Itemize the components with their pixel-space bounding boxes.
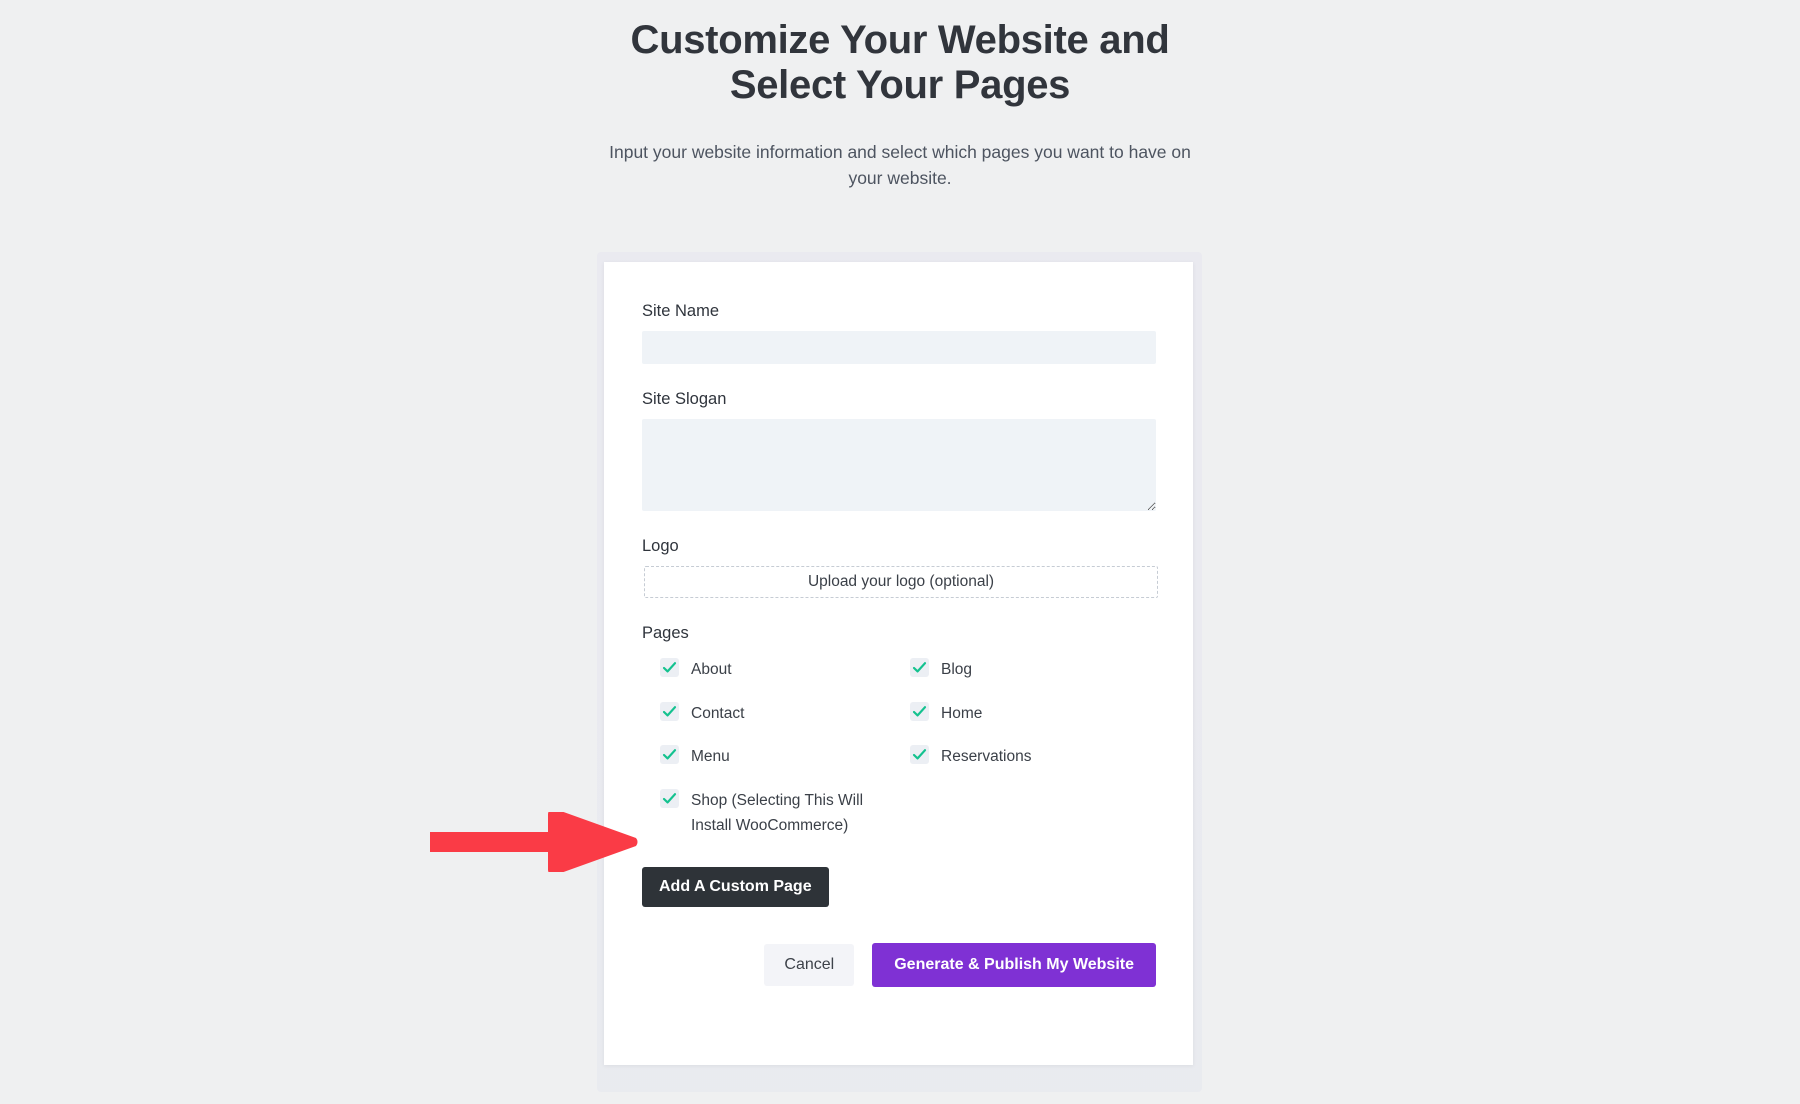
form-body: Site Name Site Slogan Logo Upload your l…: [642, 302, 1158, 987]
page-checkbox-label: Contact: [691, 704, 745, 722]
page-checkbox-label: Blog: [941, 661, 973, 678]
page-checkbox-label: Home: [941, 704, 983, 722]
page-checkbox-row[interactable]: About: [660, 657, 910, 683]
pages-checkbox-grid: About Contact Menu Shop (Selecting This Wil…: [642, 657, 1156, 857]
logo-upload-label: Upload your logo (optional): [807, 573, 995, 590]
page-subtitle: Input your website information and selec…: [609, 142, 1191, 188]
page-checkbox-label: Menu: [691, 748, 730, 766]
page-checkbox-row[interactable]: Blog: [910, 657, 1150, 683]
site-slogan-textarea[interactable]: [642, 419, 1156, 511]
page-header: Customize Your Website and Select Your P…: [0, 0, 1800, 191]
page-checkbox-row[interactable]: Contact: [660, 701, 910, 727]
logo-field-group: Logo Upload your logo (optional): [642, 537, 1158, 598]
logo-label: Logo: [642, 537, 679, 555]
checkbox-checked-icon[interactable]: [660, 701, 679, 721]
site-name-label: Site Name: [642, 302, 720, 320]
page-root: Customize Your Website and Select Your P…: [0, 0, 1800, 1104]
add-custom-page-button[interactable]: Add A Custom Page: [642, 867, 829, 907]
page-checkbox-row[interactable]: Reservations: [910, 744, 1150, 770]
form-actions: Cancel Generate & Publish My Website: [642, 943, 1156, 987]
page-checkbox-row[interactable]: Shop (Selecting This Will Install WooCom…: [660, 788, 910, 839]
pages-field-group: Pages About Contact Menu Shop (Selecting Th…: [642, 624, 1156, 857]
page-title: Customize Your Website and Select Your P…: [630, 18, 1170, 108]
site-slogan-label: Site Slogan: [642, 390, 727, 408]
checkbox-checked-icon[interactable]: [910, 745, 929, 765]
page-checkbox-label: Shop (Selecting This Will Install WooCom…: [691, 791, 864, 835]
page-checkbox-label: Reservations: [941, 748, 1032, 766]
page-checkbox-row[interactable]: Home: [910, 701, 1150, 727]
pages-column-left: About Contact Menu Shop (Selecting This Wil…: [660, 657, 910, 857]
checkbox-checked-icon[interactable]: [660, 658, 679, 677]
pages-label: Pages: [642, 624, 689, 642]
checkbox-checked-icon[interactable]: [660, 788, 679, 808]
checkbox-checked-icon[interactable]: [910, 701, 929, 721]
checkbox-checked-icon[interactable]: [910, 658, 929, 677]
site-name-field-group: Site Name: [642, 302, 1156, 364]
logo-upload-dropzone[interactable]: Upload your logo (optional): [644, 566, 1158, 598]
page-checkbox-row[interactable]: Menu: [660, 744, 910, 770]
customize-form-card: Site Name Site Slogan Logo Upload your l…: [604, 262, 1193, 1065]
site-name-input[interactable]: [642, 331, 1156, 364]
cancel-button[interactable]: Cancel: [764, 944, 855, 986]
checkbox-checked-icon[interactable]: [660, 745, 679, 765]
pages-column-right: Blog Home Reservations: [910, 657, 1150, 788]
add-custom-page-wrap: Add A Custom Page: [642, 867, 1156, 907]
page-checkbox-label: About: [691, 661, 732, 678]
site-slogan-field-group: Site Slogan: [642, 390, 1156, 511]
generate-publish-button[interactable]: Generate & Publish My Website: [872, 943, 1156, 987]
